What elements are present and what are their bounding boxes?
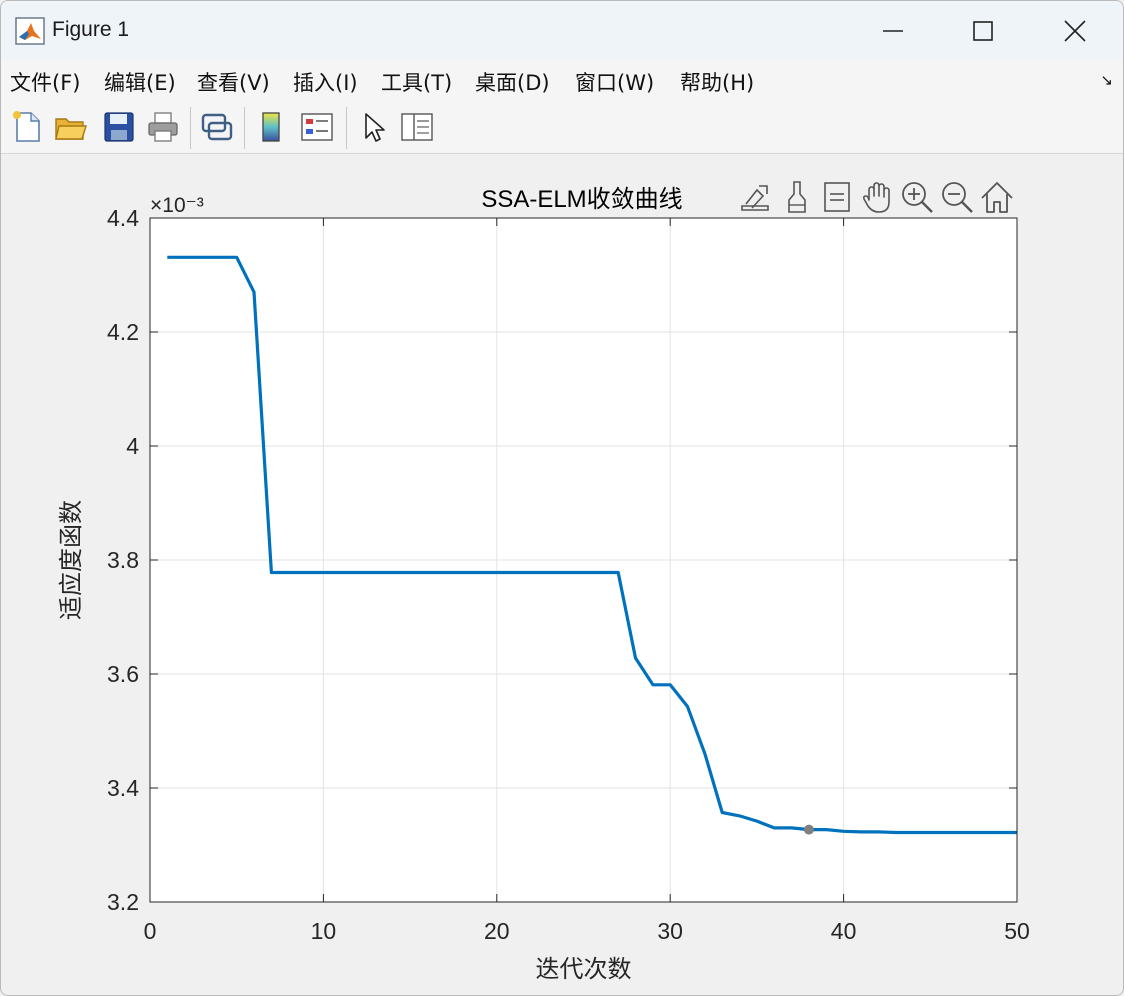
x-axis-label: 迭代次数 (536, 955, 632, 983)
open-file-icon[interactable] (53, 109, 89, 145)
y-tick-label: 3.4 (107, 775, 139, 801)
export-icon[interactable] (737, 178, 773, 216)
data-tips-icon[interactable] (819, 178, 855, 216)
minimize-button[interactable] (847, 9, 939, 53)
print-icon[interactable] (145, 109, 181, 145)
maximize-button[interactable] (937, 9, 1029, 53)
window-title: Figure 1 (52, 18, 130, 41)
figure-toolbar (1, 101, 1123, 154)
menu-desktop[interactable]: 桌面(D) (475, 67, 550, 97)
minimize-icon (883, 30, 903, 32)
property-inspector-icon[interactable] (399, 109, 435, 145)
y-tick-label: 3.8 (107, 547, 139, 573)
menu-window[interactable]: 窗口(W) (575, 67, 654, 97)
y-tick-label: 4.4 (107, 205, 139, 231)
menu-tools[interactable]: 工具(T) (381, 67, 452, 97)
y-tick-label: 3.6 (107, 661, 139, 687)
new-figure-icon[interactable] (9, 109, 45, 145)
save-icon[interactable] (101, 109, 137, 145)
menu-help[interactable]: 帮助(H) (680, 67, 754, 97)
toolbar-separator (190, 107, 191, 149)
title-bar: Figure 1 (1, 1, 1123, 59)
x-tick-label: 0 (144, 918, 157, 944)
dock-arrow-icon[interactable]: ↘ (1100, 71, 1113, 89)
legend-icon[interactable] (299, 109, 335, 145)
pan-icon[interactable] (859, 178, 895, 216)
figure-window: Figure 1 文件(F) 编辑(E) 查看(V) 插入(I) 工具(T) 桌… (0, 0, 1124, 996)
data-tip-marker[interactable] (803, 824, 814, 835)
y-tick-label: 4.2 (107, 319, 139, 345)
x-tick-label: 20 (484, 918, 510, 944)
x-tick-label: 10 (311, 918, 337, 944)
link-plot-icon[interactable] (199, 109, 235, 145)
figure-canvas: 0 10 20 30 40 50 3.2 3.4 3.6 3.8 4 4.2 4.4 ×10⁻³ SSA… (1, 154, 1123, 995)
zoom-in-icon[interactable] (899, 178, 935, 216)
y-axis-label: 适应度函数 (57, 500, 85, 620)
y-tick-label: 3.2 (107, 889, 139, 915)
menu-bar: 文件(F) 编辑(E) 查看(V) 插入(I) 工具(T) 桌面(D) 窗口(W… (1, 59, 1123, 101)
matlab-logo-icon (15, 17, 45, 45)
pointer-icon[interactable] (355, 109, 391, 145)
maximize-icon (973, 21, 993, 41)
zoom-out-icon[interactable] (939, 178, 975, 216)
x-tick-label: 30 (657, 918, 683, 944)
x-tick-label: 40 (831, 918, 857, 944)
brush-icon[interactable] (779, 178, 815, 216)
menu-view[interactable]: 查看(V) (197, 67, 270, 97)
toolbar-separator (346, 107, 347, 149)
x-tick-label: 50 (1004, 918, 1030, 944)
menu-file[interactable]: 文件(F) (10, 67, 80, 97)
menu-edit[interactable]: 编辑(E) (104, 67, 176, 97)
exponent-label: ×10⁻³ (150, 194, 204, 217)
close-icon (1064, 20, 1086, 42)
convergence-chart[interactable]: 0 10 20 30 40 50 3.2 3.4 3.6 3.8 4 4.2 4.4 ×10⁻³ SSA… (1, 154, 1123, 995)
y-tick-label: 4 (126, 433, 139, 459)
close-button[interactable] (1029, 9, 1121, 53)
colorbar-icon[interactable] (253, 109, 289, 145)
toolbar-separator (244, 107, 245, 149)
menu-insert[interactable]: 插入(I) (293, 67, 358, 97)
home-icon[interactable] (979, 178, 1015, 216)
chart-title: SSA-ELM收敛曲线 (481, 186, 682, 213)
